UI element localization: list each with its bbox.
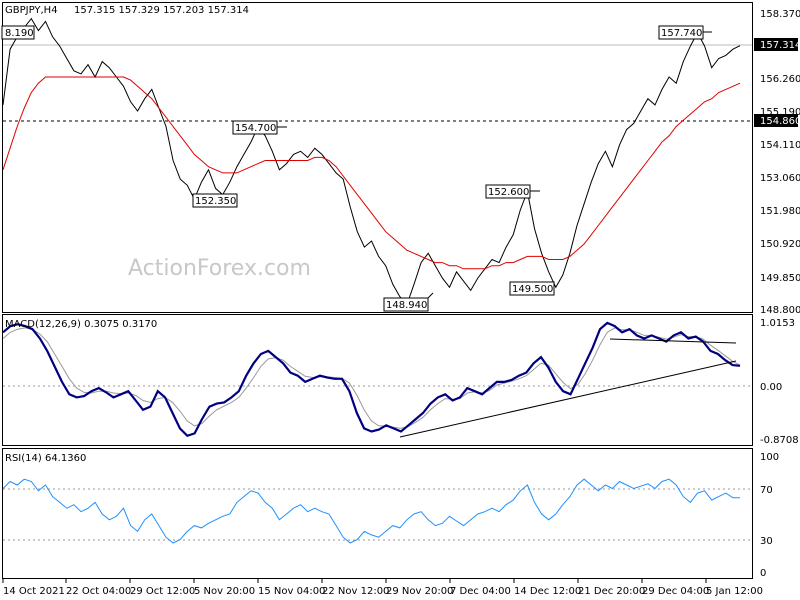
y-tick: 0.00: [760, 382, 782, 393]
y-tick: 1.0153: [760, 318, 795, 329]
watermark: ActionForex.com: [128, 256, 311, 281]
x-tick: 29 Oct 12:00: [130, 586, 195, 597]
price-label-154700-text: 154.700: [235, 123, 276, 134]
y-tick: 154.110: [760, 140, 800, 151]
x-tick: 15 Nov 04:00: [258, 586, 325, 597]
ohlc-values: 157.315 157.329 157.203 157.314: [74, 5, 249, 16]
x-tick: 22 Oct 04:00: [66, 586, 131, 597]
x-tick: 14 Dec 12:00: [514, 586, 581, 597]
price-label-157740-text: 157.740: [661, 28, 702, 39]
x-tick: 29 Dec 04:00: [642, 586, 709, 597]
rsi-panel-frame: [2, 448, 753, 579]
x-tick: 5 Jan 12:00: [706, 586, 763, 597]
gbpjpy-chart: ActionForex.com GBPJPY,H4 157.315 157.32…: [1, 2, 800, 597]
y-tick: 100: [760, 452, 779, 463]
price-label-152350: 152.350: [192, 193, 238, 208]
rsi-y-axis: 100 70 30 0: [760, 452, 779, 579]
moving-average-line: [2, 76, 741, 270]
price-y-axis: 158.370 157.314 156.260 155.190 154.860 …: [754, 9, 800, 316]
x-axis: 14 Oct 2021 22 Oct 04:00 29 Oct 12:00 5 …: [2, 579, 763, 597]
y-tick: 70: [760, 485, 773, 496]
price-label-149500: 149.500: [509, 281, 555, 296]
price-label-149500-text: 149.500: [512, 284, 553, 295]
price-label-154700: 154.700: [232, 120, 287, 135]
y-tick: 151.980: [760, 206, 800, 217]
x-tick: 29 Nov 20:00: [386, 586, 453, 597]
x-tick: 22 Nov 12:00: [322, 586, 389, 597]
y-tick: 150.920: [760, 239, 800, 250]
price-label-8190-text: 8.190: [5, 28, 34, 39]
y-tick: 158.370: [760, 9, 800, 20]
macd-upper-trendline: [609, 338, 737, 344]
y-tick: 0: [760, 568, 766, 579]
y-tick: 148.800: [760, 305, 800, 316]
y-tick: 153.060: [760, 173, 800, 184]
price-label-148940-text: 148.940: [386, 300, 427, 311]
y-tick: 149.850: [760, 273, 800, 284]
price-label-152600-text: 152.600: [488, 187, 529, 198]
level-price-tag: 154.860: [760, 116, 800, 127]
x-tick: 21 Dec 20:00: [578, 586, 645, 597]
price-label-152350-text: 152.350: [195, 196, 236, 207]
price-label-152600: 152.600: [485, 184, 540, 199]
x-tick: 14 Oct 2021: [3, 586, 65, 597]
y-tick: 30: [760, 536, 773, 547]
symbol-title: GBPJPY,H4: [5, 5, 58, 16]
x-tick: 5 Nov 20:00: [194, 586, 255, 597]
y-tick: 156.260: [760, 74, 800, 85]
price-label-148940: 148.940: [383, 292, 434, 312]
macd-title: MACD(12,26,9) 0.3075 0.3170: [5, 319, 157, 330]
macd-y-axis: 1.0153 0.00 -0.8708: [760, 318, 799, 446]
price-panel-frame: [2, 2, 753, 313]
price-label-8190: 8.190: [1, 25, 35, 40]
x-tick: 7 Dec 04:00: [450, 586, 511, 597]
price-line: [2, 17, 741, 306]
current-price-tag: 157.314: [760, 40, 800, 51]
y-tick: -0.8708: [760, 435, 799, 446]
price-label-157740: 157.740: [658, 25, 712, 40]
macd-signal-line: [2, 327, 741, 429]
rsi-title: RSI(14) 64.1360: [5, 453, 86, 464]
